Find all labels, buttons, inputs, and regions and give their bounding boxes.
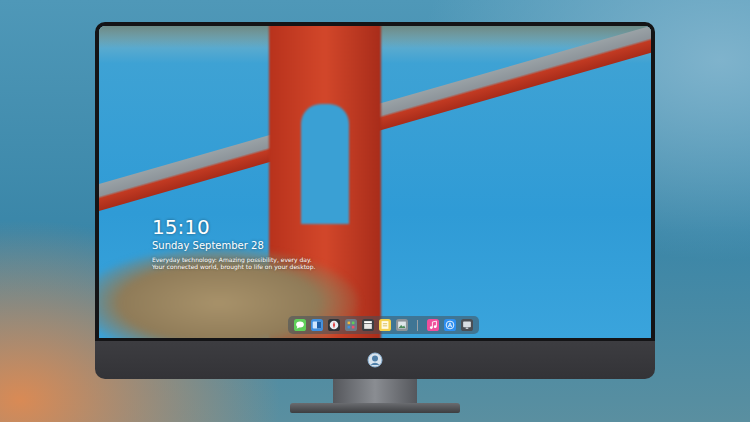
clock-date: Sunday September 28 [152, 239, 651, 253]
monitor-stand-base [290, 403, 460, 413]
compass-icon[interactable] [328, 319, 340, 331]
monitor-chin [95, 341, 655, 379]
store-icon[interactable] [444, 319, 456, 331]
lock-overlay: 15:10Sunday September 28 Everyday technol… [99, 26, 651, 338]
folder-icon[interactable] [311, 319, 323, 331]
note-icon[interactable] [379, 319, 391, 331]
caption-line: Everyday technology: Amazing possibility… [152, 256, 651, 263]
brand-logo-icon [367, 352, 383, 368]
chat-icon[interactable] [294, 319, 306, 331]
wallpaper-photo [99, 26, 651, 338]
clock: 15:10Sunday September 28 Everyday technol… [99, 215, 651, 270]
tower-opening [301, 104, 349, 224]
caption-line: Your connected world, brought to life on… [152, 263, 651, 270]
clapper-icon[interactable] [362, 319, 374, 331]
music-icon[interactable] [427, 319, 439, 331]
clock-time: 15:10 [152, 215, 651, 239]
dock-divider [417, 320, 418, 331]
monitor-stand-neck [333, 379, 417, 403]
monitor: 15:10Sunday September 28 Everyday technol… [95, 0, 655, 422]
page: 15:10Sunday September 28 Everyday technol… [0, 0, 750, 422]
grid-icon[interactable] [345, 319, 357, 331]
photo-icon[interactable] [396, 319, 408, 331]
dock [288, 316, 479, 334]
screen: 15:10Sunday September 28 Everyday technol… [95, 22, 655, 341]
screen-icon[interactable] [461, 319, 473, 331]
